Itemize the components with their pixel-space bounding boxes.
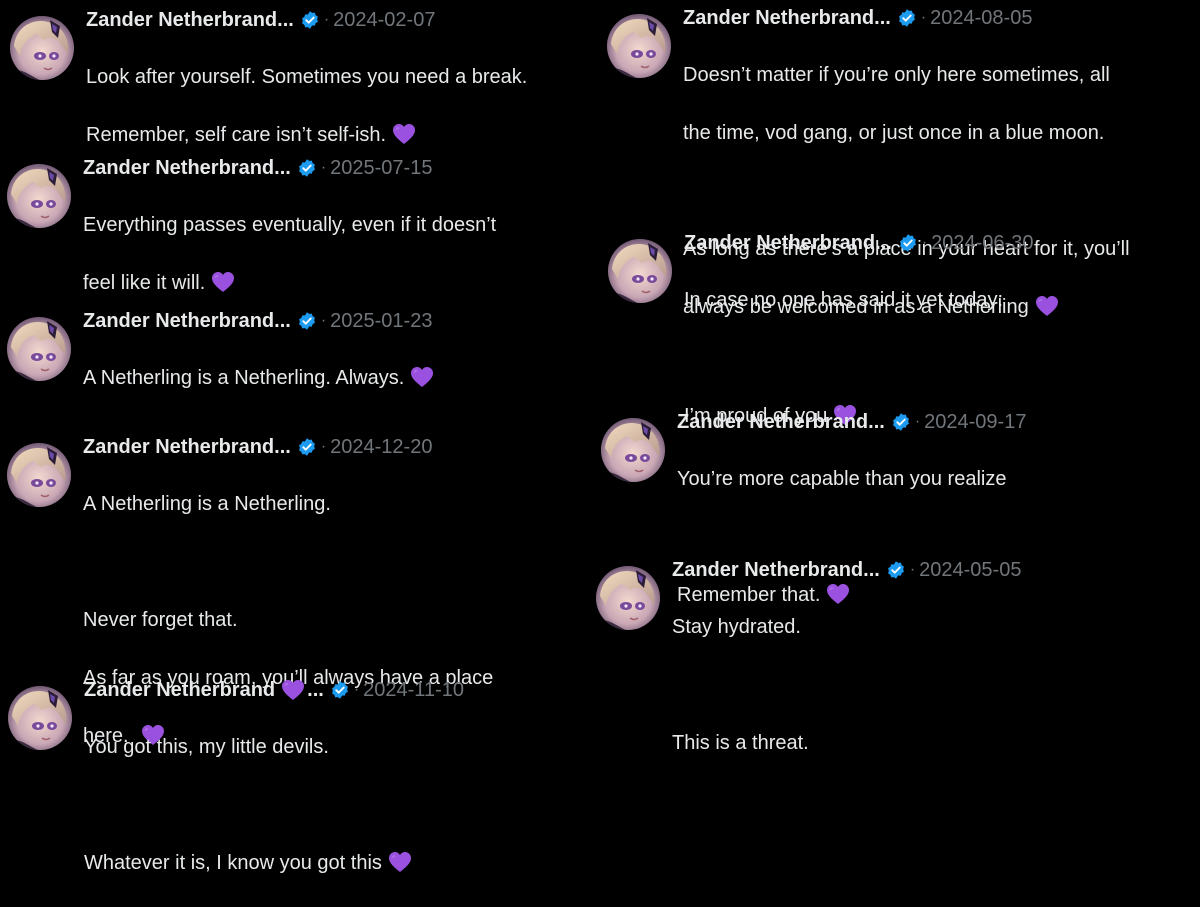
tweet-header: Zander Netherbrand... · 2024-02-07 <box>86 6 527 34</box>
avatar[interactable] <box>7 164 71 228</box>
tweet-line: Everything passes eventually, even if it… <box>83 214 497 236</box>
display-name[interactable]: Zander Netherbrand... <box>83 154 291 182</box>
tweet-line: Doesn’t matter if you’re only here somet… <box>683 64 1110 86</box>
tweet-header: Zander Netherbrand... · 2025-01-23 <box>83 307 434 335</box>
name-ellipsis: ... <box>307 679 324 701</box>
purple-heart-icon <box>392 123 416 145</box>
tweet[interactable]: Zander Netherbrand ... · 2024-11-10 You … <box>8 676 464 907</box>
separator: · <box>320 438 327 455</box>
timestamp[interactable]: 2025-07-15 <box>330 154 432 182</box>
tweet-header: Zander Netherbrand... · 2024-09-17 <box>677 408 1026 436</box>
tweet-line: Look after yourself. Sometimes you need … <box>86 66 528 88</box>
avatar[interactable] <box>601 418 665 482</box>
purple-heart-icon <box>281 679 305 701</box>
tweet-line: Stay hydrated. <box>672 616 801 638</box>
tweet-line: You’re more capable than you realize <box>677 468 1007 490</box>
separator: · <box>909 561 916 578</box>
verified-badge-icon <box>297 158 317 178</box>
timestamp[interactable]: 2024-08-05 <box>930 4 1032 32</box>
purple-heart-icon <box>388 851 412 873</box>
display-name[interactable]: Zander Netherbrand... <box>684 229 892 257</box>
tweet[interactable]: Zander Netherbrand... · 2025-07-15 Every… <box>7 154 496 327</box>
separator: · <box>323 11 330 28</box>
purple-heart-icon <box>211 271 235 293</box>
display-name[interactable]: Zander Netherbrand... <box>672 556 880 584</box>
tweet-header: Zander Netherbrand ... · 2024-11-10 <box>84 676 464 704</box>
display-name[interactable]: Zander Netherbrand... <box>83 433 291 461</box>
separator: · <box>353 681 360 698</box>
avatar[interactable] <box>10 16 74 80</box>
tweet-line: This is a threat. <box>672 732 809 754</box>
avatar[interactable] <box>7 317 71 381</box>
tweet-line: Remember, self care isn’t self-ish. <box>86 121 527 150</box>
timestamp[interactable]: 2025-01-23 <box>330 307 432 335</box>
tweet-header: Zander Netherbrand... · 2024-12-20 <box>83 433 493 461</box>
tweet-line: the time, vod gang, or just once in a bl… <box>683 122 1105 144</box>
tweet-text: Everything passes eventually, even if it… <box>83 182 496 327</box>
verified-badge-icon <box>898 233 918 253</box>
verified-badge-icon <box>891 412 911 432</box>
verified-badge-icon <box>297 311 317 331</box>
avatar[interactable] <box>608 239 672 303</box>
tweet-text: You got this, my little devils. Whatever… <box>84 704 464 907</box>
separator: · <box>921 234 928 251</box>
verified-badge-icon <box>297 437 317 457</box>
tweet-text: Stay hydrated. This is a threat. <box>672 584 1021 787</box>
tweet[interactable]: Zander Netherbrand... · 2024-05-05 Stay … <box>596 556 1021 787</box>
tweet-line: A Netherling is a Netherling. <box>83 493 331 515</box>
timestamp[interactable]: 2024-05-05 <box>919 556 1021 584</box>
timestamp[interactable]: 2024-12-20 <box>330 433 432 461</box>
avatar[interactable] <box>607 14 671 78</box>
display-name[interactable]: Zander Netherbrand <box>84 676 275 704</box>
avatar[interactable] <box>8 686 72 750</box>
avatar[interactable] <box>596 566 660 630</box>
timestamp[interactable]: 2024-11-10 <box>363 676 464 704</box>
separator: · <box>320 159 327 176</box>
tweet[interactable]: Zander Netherbrand... · 2025-01-23 A Net… <box>7 307 434 422</box>
tweet-text: A Netherling is a Netherling. Always. <box>83 335 434 422</box>
tweet-line: Never forget that. <box>83 609 238 631</box>
tweet-header: Zander Netherbrand... · 2024-06-30 <box>684 229 1033 257</box>
display-name[interactable]: Zander Netherbrand... <box>677 408 885 436</box>
tweet-line: You got this, my little devils. <box>84 736 329 758</box>
verified-badge-icon <box>300 10 320 30</box>
tweet-header: Zander Netherbrand... · 2025-07-15 <box>83 154 496 182</box>
display-name[interactable]: Zander Netherbrand... <box>83 307 291 335</box>
tweet-line: A Netherling is a Netherling. Always. <box>83 364 434 393</box>
tweet-header: Zander Netherbrand... · 2024-05-05 <box>672 556 1021 584</box>
timestamp[interactable]: 2024-02-07 <box>333 6 435 34</box>
tweet-line: feel like it will. <box>83 269 496 298</box>
tweet-line: Whatever it is, I know you got this <box>84 849 464 878</box>
avatar[interactable] <box>7 443 71 507</box>
timestamp[interactable]: 2024-06-30 <box>931 229 1033 257</box>
timestamp[interactable]: 2024-09-17 <box>924 408 1026 436</box>
separator: · <box>914 413 921 430</box>
separator: · <box>920 9 927 26</box>
purple-heart-icon <box>1035 295 1059 317</box>
display-name[interactable]: Zander Netherbrand... <box>683 4 891 32</box>
tweet-line: In case no one has said it yet today: <box>684 289 1004 311</box>
display-name[interactable]: Zander Netherbrand... <box>86 6 294 34</box>
tweet-header: Zander Netherbrand... · 2024-08-05 <box>683 4 1130 32</box>
purple-heart-icon <box>410 366 434 388</box>
verified-badge-icon <box>330 680 350 700</box>
verified-badge-icon <box>886 560 906 580</box>
separator: · <box>320 312 327 329</box>
verified-badge-icon <box>897 8 917 28</box>
